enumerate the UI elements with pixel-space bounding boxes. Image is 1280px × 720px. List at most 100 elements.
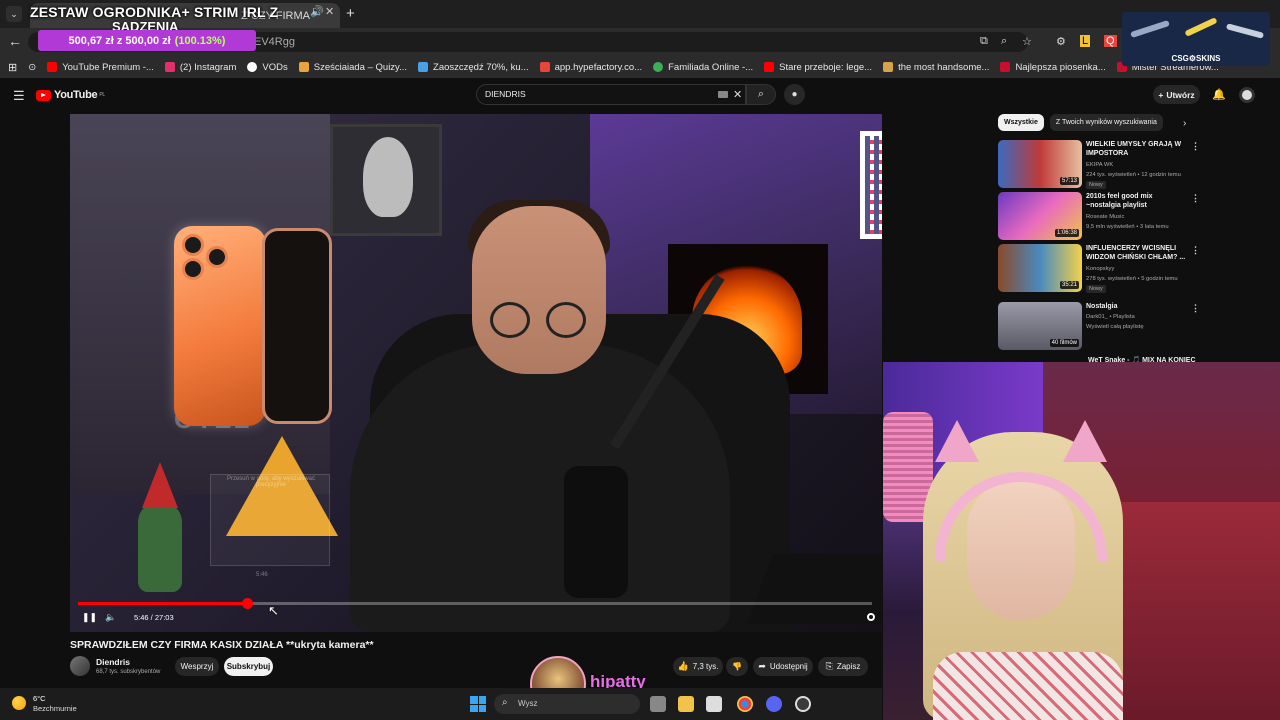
extension-red-icon[interactable]: Q: [1104, 35, 1117, 47]
bookmark-item[interactable]: VODs: [247, 62, 288, 73]
youtube-play-icon: [36, 89, 51, 101]
create-button[interactable]: + Utwórz: [1153, 85, 1200, 104]
search-input[interactable]: DIENDRIS: [476, 84, 746, 105]
new-badge: Nowy: [1086, 181, 1106, 189]
like-button[interactable]: 👍 7,3 tys.: [673, 657, 723, 676]
video-frame-microphone: [564, 466, 628, 598]
more-vert-icon[interactable]: ⋮: [1191, 193, 1200, 204]
subscriber-count: 68,7 tys. subskrybentów: [96, 669, 161, 675]
bookmark-item[interactable]: Stare przeboje: lege...: [764, 62, 872, 73]
subscribe-button[interactable]: Subskrybuj: [224, 657, 273, 676]
weather-moon-icon[interactable]: [12, 696, 26, 710]
recommendation-item[interactable]: 1:06:38 2010s feel good mix ~nostalgia p…: [998, 192, 1268, 244]
share-icon: ➦: [758, 661, 766, 671]
video-frame-phone: [174, 226, 266, 426]
account-avatar[interactable]: [1239, 87, 1255, 103]
more-vert-icon[interactable]: ⋮: [1191, 245, 1200, 256]
chip-all[interactable]: Wszystkie: [998, 114, 1044, 131]
new-badge: Nowy: [1086, 285, 1106, 293]
speaker-icon[interactable]: 🔊: [310, 5, 324, 18]
sponsor-banner: CSG⚙SKINS: [1122, 12, 1270, 66]
apps-grid-icon[interactable]: ⊞: [8, 61, 17, 74]
donation-goal-bar: 500,67 zł z 500,00 zł (100.13%): [38, 30, 256, 51]
more-vert-icon[interactable]: ⋮: [1191, 141, 1200, 152]
extension-l-icon[interactable]: L: [1080, 35, 1091, 47]
task-view-icon[interactable]: [650, 696, 666, 712]
quiz-icon: [298, 62, 309, 72]
save-button[interactable]: ⎘ Zapisz: [818, 657, 868, 676]
file-explorer-icon[interactable]: [678, 696, 694, 712]
miniplayer-icon[interactable]: [867, 613, 875, 621]
recommendation-item[interactable]: 35:21 INFLUENCERZY WCISNĘLI WIDZOM CHIŃS…: [998, 244, 1268, 296]
chrome-icon[interactable]: [737, 696, 753, 712]
discord-icon[interactable]: [766, 696, 782, 712]
youtube-icon: [47, 62, 58, 72]
video-frame-glasses: [546, 302, 586, 338]
clear-search-icon[interactable]: ✕: [733, 88, 742, 101]
bookmark-item[interactable]: YouTube Premium -...: [47, 62, 154, 73]
save-icon: ⎘: [825, 661, 833, 671]
chevron-right-icon[interactable]: ›: [1183, 118, 1186, 129]
share-button[interactable]: ➦ Udostępnij: [753, 657, 813, 676]
playlist-thumbnail[interactable]: 40 filmów: [998, 302, 1082, 350]
instagram-icon: [164, 62, 175, 72]
mic-icon: ●: [791, 89, 798, 100]
zoom-icon[interactable]: ⌕: [1001, 35, 1007, 48]
new-tab-button[interactable]: +: [346, 5, 355, 22]
stream-headline: ZESTAW OGRODNIKA+ STRIM IRL Z: [30, 4, 279, 20]
cat-ear-right: [1063, 420, 1107, 462]
volume-icon[interactable]: 🔈: [105, 612, 116, 623]
weather-description[interactable]: Bezchmurnie: [33, 704, 77, 713]
back-arrow-icon[interactable]: ←: [8, 33, 22, 49]
extension-icon[interactable]: ⚙: [1056, 35, 1066, 48]
recommendation-item[interactable]: 57:13 WIELKIE UMYSŁY GRAJĄ W IMPOSTORA E…: [998, 140, 1268, 192]
plus-icon: +: [1158, 89, 1164, 100]
bookmark-star-icon[interactable]: ☆: [1022, 35, 1032, 48]
bookmark-item[interactable]: Najlepsza piosenka...: [1000, 62, 1106, 73]
sponsor-label: CSG⚙SKINS: [1171, 54, 1221, 63]
bookmark-item[interactable]: (2) Instagram: [164, 62, 236, 73]
globe-icon: [247, 62, 258, 72]
bookmark-item[interactable]: Sześciaiada – Quizy...: [298, 62, 407, 73]
bookmark-item[interactable]: app.hypefactory.co...: [539, 62, 642, 73]
youtube-logo[interactable]: YouTube PL: [36, 89, 105, 101]
recommendation-thumbnail[interactable]: 35:21: [998, 244, 1082, 292]
video-player[interactable]: OTEL Przesuń w górę, aby wyszukiwać prec…: [70, 114, 882, 632]
bookmarks-bar: ⊞ ⊙ YouTube Premium -... (2) Instagram V…: [0, 56, 1280, 78]
video-frame-poster: [330, 124, 442, 236]
time-display: 5:46 / 27:03: [134, 613, 174, 622]
obs-icon[interactable]: [795, 696, 811, 712]
more-vert-icon[interactable]: ⋮: [1191, 303, 1200, 314]
tab-close-icon[interactable]: ✕: [325, 5, 334, 18]
taskbar-search[interactable]: Wysz: [494, 694, 640, 714]
search-button[interactable]: ⌕: [746, 84, 776, 105]
seek-hint: Przesuń w górę, aby wyszukiwać precyzyjn…: [226, 476, 316, 488]
store-icon[interactable]: [706, 696, 722, 712]
bookmark-item[interactable]: the most handsome...: [883, 62, 989, 73]
voice-search-button[interactable]: ●: [784, 84, 805, 105]
recommendation-item[interactable]: 40 filmów Nostalgia Dark01_ • Playlista …: [998, 302, 1268, 354]
bookmark-item[interactable]: Zaoszczędź 70%, ku...: [418, 62, 529, 73]
video-frame-person: [350, 344, 730, 632]
weather-temperature[interactable]: 6°C: [33, 694, 46, 703]
tab-search-button[interactable]: ⌄: [6, 6, 22, 22]
channel-name[interactable]: Diendris: [96, 657, 130, 667]
support-button[interactable]: Wesprzyj: [175, 657, 219, 676]
progress-bar[interactable]: [78, 598, 872, 609]
thumb-up-icon: 👍: [677, 661, 689, 671]
chip-from-search[interactable]: Z Twoich wyników wyszukiwania: [1049, 114, 1163, 131]
menu-icon[interactable]: ☰: [13, 88, 25, 104]
bell-icon[interactable]: 🔔: [1212, 88, 1226, 101]
video-frame-glasses: [490, 302, 530, 338]
install-app-icon[interactable]: ⧉: [980, 35, 988, 48]
u-icon: [1000, 62, 1011, 72]
channel-avatar[interactable]: [70, 656, 90, 676]
windows-start-icon[interactable]: [470, 696, 486, 712]
pause-icon[interactable]: ❚❚: [82, 612, 97, 623]
dislike-button[interactable]: 👎: [726, 657, 748, 676]
recommendation-thumbnail[interactable]: 1:06:38: [998, 192, 1082, 240]
bookmark-item[interactable]: Familiada Online -...: [653, 62, 753, 73]
recommendation-thumbnail[interactable]: 57:13: [998, 140, 1082, 188]
tab-group-icon[interactable]: ⊙: [28, 62, 36, 73]
keyboard-icon[interactable]: [718, 91, 728, 98]
